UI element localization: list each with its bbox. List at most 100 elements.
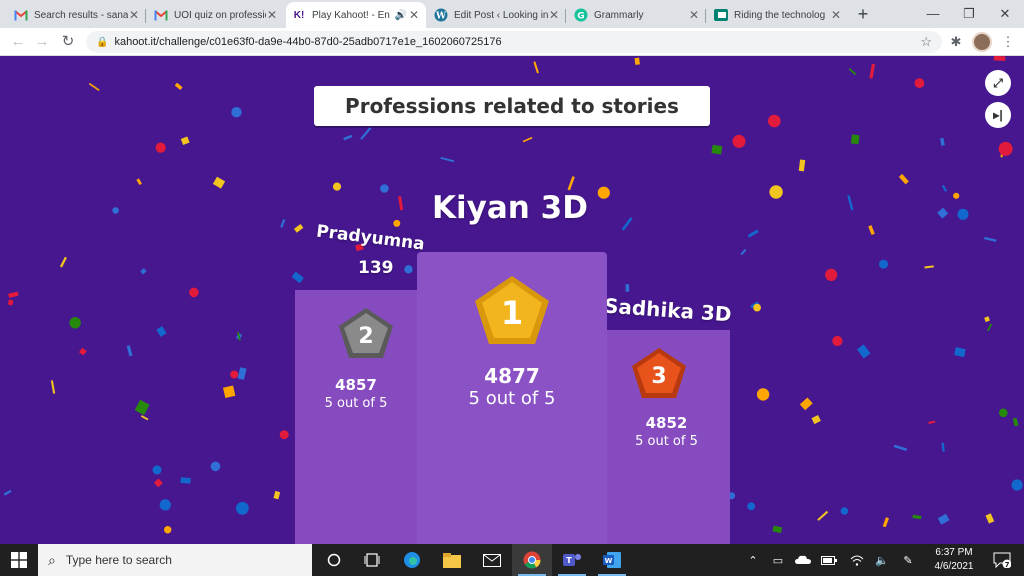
close-window-button[interactable]: ✕ bbox=[982, 0, 1024, 28]
confetti-piece bbox=[343, 134, 353, 141]
kahoot-icon: K! bbox=[293, 9, 305, 21]
third-place-score: 4852 bbox=[645, 414, 688, 432]
second-place-podium: 2 4857 5 out of 5 bbox=[295, 290, 417, 544]
confetti-piece bbox=[174, 82, 183, 90]
back-arrow-icon[interactable]: ← bbox=[8, 32, 28, 52]
confetti-piece bbox=[924, 265, 934, 269]
close-tab-icon[interactable]: ✕ bbox=[128, 8, 140, 22]
chrome-menu-icon[interactable]: ⋮ bbox=[998, 32, 1018, 52]
teams-icon[interactable]: T bbox=[552, 544, 592, 576]
confetti-piece bbox=[840, 507, 849, 515]
confetti-piece bbox=[998, 141, 1013, 156]
confetti-piece bbox=[230, 370, 239, 379]
search-icon: ⌕ bbox=[48, 551, 56, 568]
forward-arrow-icon[interactable]: → bbox=[32, 32, 52, 52]
windows-start-icon[interactable] bbox=[0, 544, 38, 576]
confetti-piece bbox=[69, 317, 81, 329]
confetti-piece bbox=[868, 225, 875, 236]
volume-icon[interactable]: 🔈 bbox=[872, 544, 892, 576]
gold-medal-icon: 1 bbox=[475, 276, 549, 344]
confetti-piece bbox=[231, 107, 242, 118]
close-tab-icon[interactable]: ✕ bbox=[830, 8, 842, 22]
confetti-piece bbox=[567, 176, 575, 191]
tab-title: UOI quiz on professio bbox=[174, 9, 266, 21]
confetti-piece bbox=[772, 525, 783, 534]
confetti-piece bbox=[941, 184, 948, 192]
confetti-piece bbox=[223, 385, 236, 399]
extensions-puzzle-icon[interactable]: ✱ bbox=[946, 32, 966, 52]
profile-avatar[interactable] bbox=[972, 32, 992, 52]
mail-icon[interactable] bbox=[472, 544, 512, 576]
taskbar-search-input[interactable]: ⌕ Type here to search bbox=[38, 544, 312, 576]
close-tab-icon[interactable]: ✕ bbox=[408, 8, 420, 22]
onedrive-cloud-icon[interactable] bbox=[792, 544, 814, 576]
bookmark-star-icon[interactable]: ☆ bbox=[920, 34, 932, 50]
notifications-icon[interactable]: 7 bbox=[988, 544, 1016, 576]
confetti-piece bbox=[740, 248, 747, 256]
skip-next-icon[interactable]: ▸| bbox=[985, 102, 1011, 128]
confetti-piece bbox=[293, 224, 304, 233]
confetti-piece bbox=[1011, 479, 1023, 491]
lock-icon: 🔒 bbox=[96, 36, 109, 48]
confetti-piece bbox=[210, 461, 221, 472]
fullscreen-icon[interactable]: ⤢ bbox=[985, 70, 1011, 96]
tab-sway[interactable]: Riding the technolog ✕ bbox=[708, 2, 848, 28]
wifi-icon[interactable] bbox=[846, 544, 868, 576]
floating-number: 139 bbox=[358, 258, 394, 278]
confetti-piece bbox=[126, 345, 133, 357]
confetti-piece bbox=[398, 196, 404, 211]
battery-icon[interactable] bbox=[818, 544, 840, 576]
tab-kahoot[interactable]: K! Play Kahoot! - En 🔊 ✕ bbox=[286, 2, 426, 28]
close-tab-icon[interactable]: ✕ bbox=[266, 8, 278, 22]
audio-playing-icon[interactable]: 🔊 bbox=[394, 10, 408, 21]
third-place-correct: 5 out of 5 bbox=[635, 434, 698, 449]
confetti-piece bbox=[957, 208, 969, 220]
confetti-piece bbox=[937, 207, 949, 219]
second-place-score: 4857 bbox=[335, 376, 377, 394]
tab-gmail-search[interactable]: Search results - sana ✕ bbox=[8, 2, 146, 28]
show-hidden-icons-icon[interactable]: ⌃ bbox=[744, 544, 762, 576]
confetti-piece bbox=[440, 156, 455, 163]
confetti-piece bbox=[153, 478, 163, 488]
cortana-icon[interactable] bbox=[314, 544, 354, 576]
confetti-piece bbox=[856, 344, 871, 359]
confetti-piece bbox=[799, 397, 813, 411]
confetti-piece bbox=[88, 82, 100, 92]
confetti-piece bbox=[869, 63, 876, 79]
system-clock[interactable]: 6:37 PM 4/6/2021 bbox=[926, 546, 982, 574]
first-place-name: Kiyan 3D bbox=[432, 190, 588, 226]
confetti-piece bbox=[825, 268, 838, 281]
confetti-piece bbox=[850, 134, 860, 145]
confetti-piece bbox=[159, 499, 171, 511]
file-explorer-icon[interactable] bbox=[432, 544, 472, 576]
tab-gmail-quiz[interactable]: UOI quiz on professio ✕ bbox=[148, 2, 284, 28]
meet-now-icon[interactable]: ▭ bbox=[768, 544, 788, 576]
reload-icon[interactable]: ↻ bbox=[58, 32, 78, 52]
confetti-piece bbox=[984, 236, 997, 242]
svg-text:G: G bbox=[577, 12, 584, 22]
confetti-piece bbox=[79, 347, 87, 356]
address-bar[interactable]: 🔒 kahoot.it/challenge/c01e63f0-da9e-44b0… bbox=[86, 31, 942, 53]
confetti-piece bbox=[332, 182, 342, 191]
tab-title: Edit Post ‹ Looking in bbox=[454, 9, 548, 21]
tab-wordpress[interactable]: W Edit Post ‹ Looking in ✕ bbox=[428, 2, 566, 28]
confetti-piece bbox=[882, 517, 890, 528]
chrome-icon[interactable] bbox=[512, 544, 552, 576]
close-tab-icon[interactable]: ✕ bbox=[688, 8, 700, 22]
tab-grammarly[interactable]: G Grammarly ✕ bbox=[568, 2, 706, 28]
search-placeholder: Type here to search bbox=[65, 553, 172, 567]
task-view-icon[interactable] bbox=[352, 544, 392, 576]
new-tab-button[interactable]: + bbox=[852, 4, 874, 24]
word-icon[interactable]: W bbox=[592, 544, 632, 576]
gmail-icon bbox=[154, 8, 168, 22]
pen-workspace-icon[interactable]: ✎ bbox=[898, 544, 918, 576]
confetti-piece bbox=[928, 420, 936, 425]
confetti-piece bbox=[940, 137, 945, 146]
confetti-piece bbox=[279, 430, 289, 440]
edge-browser-icon[interactable] bbox=[392, 544, 432, 576]
close-tab-icon[interactable]: ✕ bbox=[548, 8, 560, 22]
tab-title: Riding the technolog bbox=[734, 9, 826, 21]
url-text: kahoot.it/challenge/c01e63f0-da9e-44b0-8… bbox=[114, 36, 502, 48]
tab-title: Search results - sana bbox=[34, 9, 128, 21]
tab-title: Grammarly bbox=[594, 9, 644, 21]
